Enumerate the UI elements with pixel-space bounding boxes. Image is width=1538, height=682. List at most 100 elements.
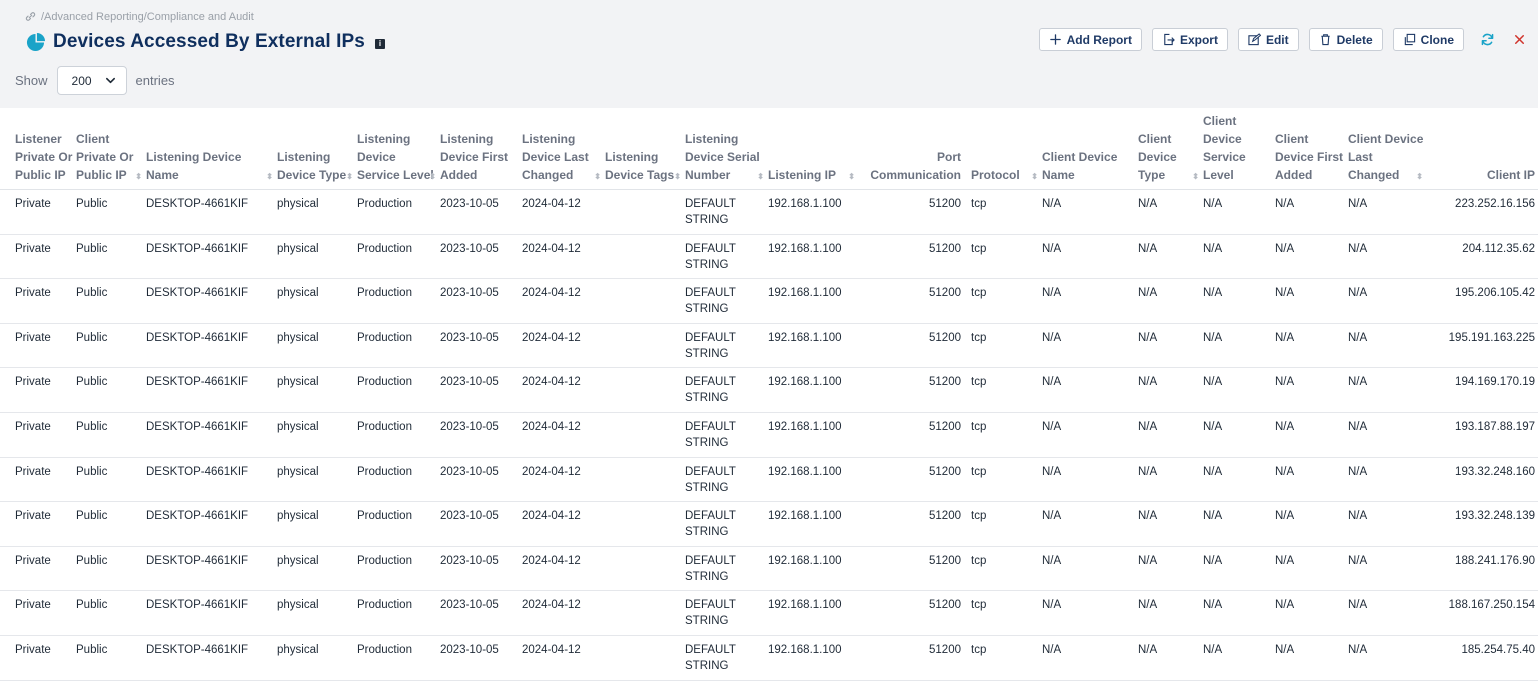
table-cell: 195.206.105.42 (1427, 278, 1538, 324)
table-row[interactable]: Private Public DESKTOP-4661KIF physical Prod… (0, 501, 1538, 547)
table-cell: 51200 (859, 278, 971, 324)
add-report-button[interactable]: Add Report (1038, 28, 1142, 51)
table-cell: 51200 (859, 590, 971, 636)
trash-icon (1320, 34, 1330, 46)
table-cell: 51200 (859, 367, 971, 413)
table-cell: DEFAULT STRING (685, 546, 768, 592)
sort-icon: ⬍ (266, 172, 273, 181)
column-header[interactable]: Port Communication (859, 108, 971, 190)
table-cell: DESKTOP-4661KIF (146, 278, 277, 324)
table-cell: N/A (1275, 412, 1348, 458)
table-cell: 192.168.1.100 (768, 590, 859, 636)
report-page: /Advanced Reporting/Compliance and Audit… (0, 0, 1538, 682)
column-header[interactable]: Listening Device Type ⬍ (277, 108, 357, 190)
table-cell: 51200 (859, 501, 971, 547)
column-header[interactable]: Client Device Type ⬍ (1138, 108, 1203, 190)
table-cell: Public (76, 590, 146, 636)
table-cell: N/A (1203, 189, 1275, 235)
table-cell: N/A (1203, 501, 1275, 547)
table-row[interactable]: Private Public DESKTOP-4661KIF physical Prod… (0, 635, 1538, 681)
column-header[interactable]: Listening Device Service Level ⬍ (357, 108, 440, 190)
table-row[interactable]: Private Public DESKTOP-4661KIF physical Prod… (0, 323, 1538, 369)
export-button[interactable]: Export (1151, 28, 1228, 51)
table-cell (605, 635, 685, 681)
column-header[interactable]: Client Device Last Changed ⬍ (1348, 108, 1427, 190)
table-cell: N/A (1138, 501, 1203, 547)
refresh-button[interactable] (1474, 28, 1500, 51)
link-icon (25, 12, 36, 21)
table-cell: N/A (1042, 189, 1138, 235)
delete-button[interactable]: Delete (1308, 28, 1383, 51)
table-cell: Production (357, 457, 440, 503)
breadcrumb[interactable]: /Advanced Reporting/Compliance and Audit (24, 10, 254, 23)
table-cell: physical (277, 189, 357, 235)
column-header[interactable]: Client Device Name (1042, 108, 1138, 190)
table-cell: N/A (1203, 323, 1275, 369)
table-cell: N/A (1275, 189, 1348, 235)
table-cell: N/A (1275, 278, 1348, 324)
table-cell: physical (277, 278, 357, 324)
table-cell: DEFAULT STRING (685, 457, 768, 503)
breadcrumb-path[interactable]: /Advanced Reporting/Compliance and Audit (41, 11, 254, 23)
column-header[interactable]: Listening Device Last Changed ⬍ (522, 108, 605, 190)
column-header[interactable]: Protocol ⬍ (971, 108, 1042, 190)
table-cell: 2023-10-05 (440, 323, 522, 369)
table-cell: Private (0, 367, 76, 413)
table-cell: N/A (1042, 412, 1138, 458)
edit-button[interactable]: Edit (1237, 28, 1299, 51)
table-cell: 51200 (859, 412, 971, 458)
table-cell: N/A (1348, 189, 1427, 235)
table-cell: N/A (1042, 367, 1138, 413)
table-cell: 193.32.248.160 (1427, 457, 1538, 503)
table-cell: 195.191.163.225 (1427, 323, 1538, 369)
report-table-container[interactable]: Listener Private Or Public IP Client Pri… (0, 108, 1538, 682)
column-header-label: Protocol (971, 168, 1020, 182)
table-cell: N/A (1348, 457, 1427, 503)
table-row[interactable]: Private Public DESKTOP-4661KIF physical Prod… (0, 590, 1538, 636)
column-header[interactable]: Client IP (1427, 108, 1538, 190)
column-header[interactable]: Client Device Service Level (1203, 108, 1275, 190)
column-header[interactable]: Listening Device Serial Number ⬍ (685, 108, 768, 190)
column-header[interactable]: Client Device First Added (1275, 108, 1348, 190)
table-row[interactable]: Private Public DESKTOP-4661KIF physical Prod… (0, 546, 1538, 592)
table-cell: Private (0, 412, 76, 458)
table-cell: tcp (971, 278, 1042, 324)
table-cell: N/A (1275, 546, 1348, 592)
table-row[interactable]: Private Public DESKTOP-4661KIF physical Prod… (0, 189, 1538, 235)
column-header[interactable]: Listening IP ⬍ (768, 108, 859, 190)
close-button[interactable] (1506, 28, 1532, 51)
table-cell: DEFAULT STRING (685, 501, 768, 547)
table-cell (605, 367, 685, 413)
table-cell: N/A (1348, 323, 1427, 369)
table-cell: DEFAULT STRING (685, 367, 768, 413)
column-header[interactable]: Listening Device Tags ⬍ (605, 108, 685, 190)
entries-select[interactable]: 200 (56, 66, 127, 95)
close-icon (1514, 35, 1524, 44)
entries-suffix-label: entries (135, 73, 175, 88)
table-cell: 51200 (859, 189, 971, 235)
table-cell: N/A (1275, 635, 1348, 681)
table-row[interactable]: Private Public DESKTOP-4661KIF physical Prod… (0, 234, 1538, 280)
column-header[interactable]: Listening Device First Added (440, 108, 522, 190)
show-label: Show (15, 73, 48, 88)
table-cell (605, 546, 685, 592)
clone-button[interactable]: Clone (1392, 28, 1464, 51)
table-cell: N/A (1042, 635, 1138, 681)
table-cell: tcp (971, 412, 1042, 458)
sort-icon: ⬍ (1416, 172, 1423, 181)
table-cell: Public (76, 234, 146, 280)
table-cell: tcp (971, 189, 1042, 235)
clone-label: Clone (1420, 32, 1454, 47)
table-row[interactable]: Private Public DESKTOP-4661KIF physical Prod… (0, 457, 1538, 503)
column-header[interactable]: Listener Private Or Public IP (0, 108, 76, 190)
column-header[interactable]: Client Private Or Public IP ⬍ (76, 108, 146, 190)
table-row[interactable]: Private Public DESKTOP-4661KIF physical Prod… (0, 278, 1538, 324)
column-header[interactable]: Listening Device Name ⬍ (146, 108, 277, 190)
column-header-label: Client Device Name (1042, 150, 1118, 182)
table-row[interactable]: Private Public DESKTOP-4661KIF physical Prod… (0, 412, 1538, 458)
table-row[interactable]: Private Public DESKTOP-4661KIF physical Prod… (0, 367, 1538, 413)
edit-label: Edit (1265, 32, 1289, 47)
info-icon[interactable]: i (374, 38, 385, 49)
table-cell: Production (357, 590, 440, 636)
table-cell: 204.112.35.62 (1427, 234, 1538, 280)
